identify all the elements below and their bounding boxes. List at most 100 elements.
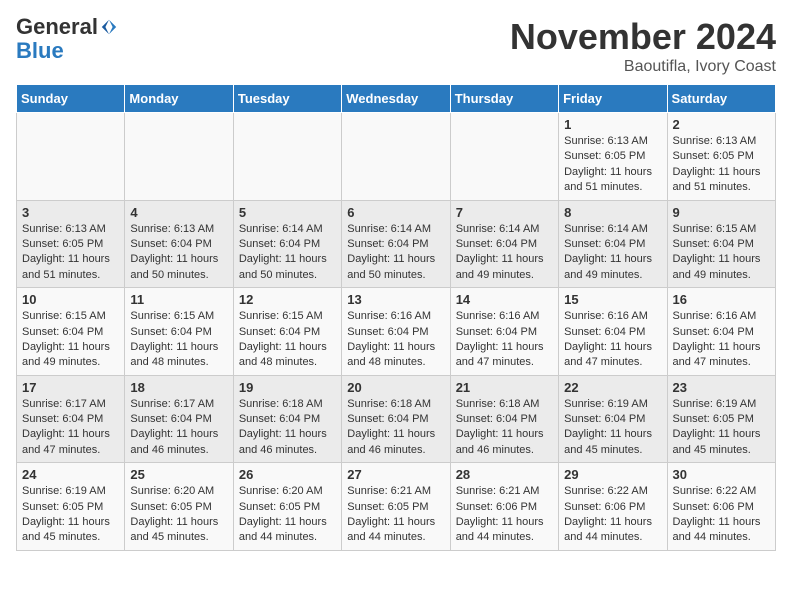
day-info: Sunrise: 6:17 AM Sunset: 6:04 PM Dayligh… (22, 397, 119, 459)
day-info: Sunrise: 6:20 AM Sunset: 6:05 PM Dayligh… (239, 484, 336, 546)
day-header-saturday: Saturday (667, 85, 775, 113)
calendar-cell: 16 Sunrise: 6:16 AM Sunset: 6:04 PM Dayli… (667, 288, 775, 376)
calendar-cell: 28 Sunrise: 6:21 AM Sunset: 6:06 PM Dayli… (450, 463, 558, 551)
calendar-cell: 19Sunrise: 6:18 AM Sunset: 6:04 PM Dayli… (233, 375, 341, 463)
day-info: Sunrise: 6:16 AM Sunset: 6:04 PM Dayligh… (456, 309, 553, 371)
day-number: 18 (130, 380, 227, 395)
day-info: Sunrise: 6:16 AM Sunset: 6:04 PM Dayligh… (564, 309, 661, 371)
day-info: Sunrise: 6:14 AM Sunset: 6:04 PM Dayligh… (239, 222, 336, 284)
calendar-cell: 8 Sunrise: 6:14 AM Sunset: 6:04 PM Daylig… (559, 200, 667, 288)
day-info: Sunrise: 6:21 AM Sunset: 6:06 PM Dayligh… (456, 484, 553, 546)
day-number: 25 (130, 467, 227, 482)
calendar-week-row: 17 Sunrise: 6:17 AM Sunset: 6:04 PM Dayli… (17, 375, 776, 463)
day-number: 23 (673, 380, 770, 395)
calendar-cell: 6 Sunrise: 6:14 AM Sunset: 6:04 PM Daylig… (342, 200, 450, 288)
day-number: 6 (347, 205, 444, 220)
calendar-week-row: 1Sunrise: 6:13 AM Sunset: 6:05 PM Daylig… (17, 113, 776, 201)
day-number: 20 (347, 380, 444, 395)
day-number: 22 (564, 380, 661, 395)
title-block: November 2024 Baoutifla, Ivory Coast (510, 16, 776, 76)
calendar-cell: 30 Sunrise: 6:22 AM Sunset: 6:06 PM Dayli… (667, 463, 775, 551)
calendar-cell (125, 113, 233, 201)
day-info: Sunrise: 6:19 AM Sunset: 6:05 PM Dayligh… (22, 484, 119, 546)
month-title: November 2024 (510, 16, 776, 58)
day-info: Sunrise: 6:14 AM Sunset: 6:04 PM Dayligh… (456, 222, 553, 284)
day-info: Sunrise: 6:13 AM Sunset: 6:05 PM Dayligh… (673, 134, 770, 196)
day-number: 30 (673, 467, 770, 482)
day-number: 27 (347, 467, 444, 482)
calendar-cell (342, 113, 450, 201)
calendar-header-row: SundayMondayTuesdayWednesdayThursdayFrid… (17, 85, 776, 113)
day-info: Sunrise: 6:18 AM Sunset: 6:04 PM Dayligh… (456, 397, 553, 459)
calendar-cell: 18Sunrise: 6:17 AM Sunset: 6:04 PM Dayli… (125, 375, 233, 463)
calendar-cell: 29Sunrise: 6:22 AM Sunset: 6:06 PM Dayli… (559, 463, 667, 551)
day-number: 21 (456, 380, 553, 395)
calendar-cell: 17 Sunrise: 6:17 AM Sunset: 6:04 PM Dayli… (17, 375, 125, 463)
day-number: 3 (22, 205, 119, 220)
day-number: 15 (564, 292, 661, 307)
day-number: 2 (673, 117, 770, 132)
day-number: 12 (239, 292, 336, 307)
calendar-cell: 23Sunrise: 6:19 AM Sunset: 6:05 PM Dayli… (667, 375, 775, 463)
day-header-wednesday: Wednesday (342, 85, 450, 113)
calendar-cell: 21 Sunrise: 6:18 AM Sunset: 6:04 PM Dayli… (450, 375, 558, 463)
day-number: 16 (673, 292, 770, 307)
day-info: Sunrise: 6:15 AM Sunset: 6:04 PM Dayligh… (239, 309, 336, 371)
day-info: Sunrise: 6:18 AM Sunset: 6:04 PM Dayligh… (239, 397, 336, 459)
day-number: 28 (456, 467, 553, 482)
day-info: Sunrise: 6:15 AM Sunset: 6:04 PM Dayligh… (130, 309, 227, 371)
calendar-cell (17, 113, 125, 201)
day-info: Sunrise: 6:18 AM Sunset: 6:04 PM Dayligh… (347, 397, 444, 459)
calendar-cell: 3 Sunrise: 6:13 AM Sunset: 6:05 PM Daylig… (17, 200, 125, 288)
day-header-sunday: Sunday (17, 85, 125, 113)
calendar-cell: 14 Sunrise: 6:16 AM Sunset: 6:04 PM Dayli… (450, 288, 558, 376)
day-number: 29 (564, 467, 661, 482)
calendar-table: SundayMondayTuesdayWednesdayThursdayFrid… (16, 84, 776, 551)
logo: General Blue (16, 16, 118, 64)
day-number: 7 (456, 205, 553, 220)
calendar-cell: 20 Sunrise: 6:18 AM Sunset: 6:04 PM Dayli… (342, 375, 450, 463)
day-number: 5 (239, 205, 336, 220)
calendar-cell: 7 Sunrise: 6:14 AM Sunset: 6:04 PM Daylig… (450, 200, 558, 288)
day-info: Sunrise: 6:15 AM Sunset: 6:04 PM Dayligh… (22, 309, 119, 371)
day-number: 26 (239, 467, 336, 482)
day-info: Sunrise: 6:19 AM Sunset: 6:04 PM Dayligh… (564, 397, 661, 459)
calendar-cell: 12 Sunrise: 6:15 AM Sunset: 6:04 PM Dayli… (233, 288, 341, 376)
day-header-monday: Monday (125, 85, 233, 113)
calendar-cell: 13Sunrise: 6:16 AM Sunset: 6:04 PM Dayli… (342, 288, 450, 376)
calendar-cell (450, 113, 558, 201)
location: Baoutifla, Ivory Coast (510, 58, 776, 76)
calendar-week-row: 3 Sunrise: 6:13 AM Sunset: 6:05 PM Daylig… (17, 200, 776, 288)
day-info: Sunrise: 6:16 AM Sunset: 6:04 PM Dayligh… (347, 309, 444, 371)
calendar-cell: 1Sunrise: 6:13 AM Sunset: 6:05 PM Daylig… (559, 113, 667, 201)
logo-icon (100, 18, 118, 36)
day-header-friday: Friday (559, 85, 667, 113)
calendar-cell: 2 Sunrise: 6:13 AM Sunset: 6:05 PM Daylig… (667, 113, 775, 201)
calendar-cell: 27 Sunrise: 6:21 AM Sunset: 6:05 PM Dayli… (342, 463, 450, 551)
logo-general: General (16, 16, 98, 38)
day-info: Sunrise: 6:13 AM Sunset: 6:05 PM Dayligh… (22, 222, 119, 284)
page-header: General Blue November 2024 Baoutifla, Iv… (16, 16, 776, 76)
calendar-cell: 22 Sunrise: 6:19 AM Sunset: 6:04 PM Dayli… (559, 375, 667, 463)
day-number: 10 (22, 292, 119, 307)
day-number: 11 (130, 292, 227, 307)
calendar-cell: 11 Sunrise: 6:15 AM Sunset: 6:04 PM Dayli… (125, 288, 233, 376)
calendar-cell: 15 Sunrise: 6:16 AM Sunset: 6:04 PM Dayli… (559, 288, 667, 376)
day-info: Sunrise: 6:20 AM Sunset: 6:05 PM Dayligh… (130, 484, 227, 546)
day-info: Sunrise: 6:13 AM Sunset: 6:04 PM Dayligh… (130, 222, 227, 284)
day-info: Sunrise: 6:15 AM Sunset: 6:04 PM Dayligh… (673, 222, 770, 284)
calendar-cell: 4 Sunrise: 6:13 AM Sunset: 6:04 PM Daylig… (125, 200, 233, 288)
day-info: Sunrise: 6:14 AM Sunset: 6:04 PM Dayligh… (347, 222, 444, 284)
day-info: Sunrise: 6:21 AM Sunset: 6:05 PM Dayligh… (347, 484, 444, 546)
day-number: 8 (564, 205, 661, 220)
day-number: 4 (130, 205, 227, 220)
calendar-week-row: 24 Sunrise: 6:19 AM Sunset: 6:05 PM Dayli… (17, 463, 776, 551)
day-number: 9 (673, 205, 770, 220)
day-info: Sunrise: 6:22 AM Sunset: 6:06 PM Dayligh… (673, 484, 770, 546)
day-number: 17 (22, 380, 119, 395)
day-number: 14 (456, 292, 553, 307)
day-number: 24 (22, 467, 119, 482)
day-info: Sunrise: 6:16 AM Sunset: 6:04 PM Dayligh… (673, 309, 770, 371)
calendar-cell: 24 Sunrise: 6:19 AM Sunset: 6:05 PM Dayli… (17, 463, 125, 551)
day-info: Sunrise: 6:14 AM Sunset: 6:04 PM Dayligh… (564, 222, 661, 284)
